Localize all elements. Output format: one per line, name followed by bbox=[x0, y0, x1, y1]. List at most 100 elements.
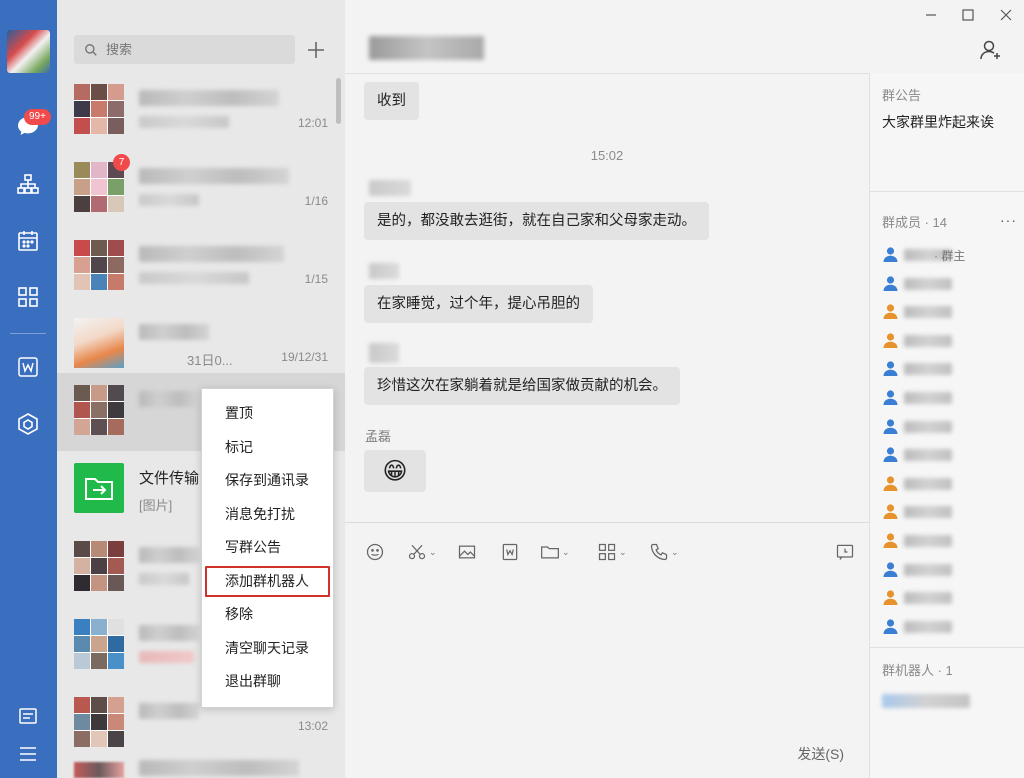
conversation-time: 13:02 bbox=[297, 719, 328, 733]
image-icon[interactable] bbox=[457, 541, 477, 563]
group-avatar bbox=[74, 385, 124, 435]
menu-item-add-group-robot[interactable]: 添加群机器人 bbox=[204, 565, 331, 599]
menu-item-pin[interactable]: 置顶 bbox=[202, 397, 333, 431]
conversation-name-redacted bbox=[139, 324, 209, 340]
conversation-item[interactable] bbox=[57, 758, 345, 778]
conversation-item[interactable]: 1/15 bbox=[57, 228, 345, 306]
chat-history-icon[interactable] bbox=[835, 541, 855, 563]
member-name-redacted bbox=[904, 363, 952, 376]
search-box[interactable] bbox=[74, 35, 295, 64]
menu-item-leave-group[interactable]: 退出群聊 bbox=[202, 665, 333, 699]
conversation-time: 1/16 bbox=[304, 194, 328, 208]
member-item[interactable] bbox=[882, 389, 1022, 407]
group-avatar bbox=[74, 240, 124, 290]
person-icon bbox=[883, 304, 898, 320]
conversation-name-redacted bbox=[139, 547, 199, 563]
left-nav: 99+ bbox=[0, 0, 57, 778]
sender-name-redacted bbox=[369, 343, 399, 363]
member-item[interactable] bbox=[882, 561, 1022, 579]
conversation-item[interactable]: 7 1/16 bbox=[57, 150, 345, 228]
conversation-time: 12:01 bbox=[297, 116, 328, 130]
conversation-name-redacted bbox=[139, 168, 289, 184]
conversation-name-redacted bbox=[139, 625, 199, 641]
doc-w-icon[interactable] bbox=[14, 353, 42, 381]
add-member-icon[interactable] bbox=[979, 38, 1003, 62]
emoji-message[interactable]: 😁 bbox=[364, 450, 426, 492]
member-item[interactable] bbox=[882, 618, 1022, 636]
member-name-redacted bbox=[904, 620, 952, 633]
conversation-preview-redacted bbox=[139, 651, 194, 663]
minimize-icon[interactable] bbox=[920, 5, 942, 25]
search-input[interactable] bbox=[106, 42, 276, 57]
folder-icon[interactable]: ⌄ bbox=[540, 541, 570, 563]
member-name-redacted bbox=[904, 592, 952, 605]
member-item[interactable] bbox=[882, 475, 1022, 493]
conversation-name: 文件传输 bbox=[139, 470, 200, 487]
robot-item-redacted[interactable] bbox=[882, 694, 970, 708]
sender-name-redacted bbox=[369, 180, 411, 196]
member-item[interactable]: · 群主 bbox=[882, 246, 1022, 264]
send-button[interactable]: 发送(S) bbox=[797, 744, 844, 764]
group-avatar bbox=[74, 84, 124, 134]
unread-badge: 99+ bbox=[24, 109, 51, 125]
menu-item-mark[interactable]: 标记 bbox=[202, 431, 333, 465]
member-item[interactable] bbox=[882, 418, 1022, 436]
member-item[interactable] bbox=[882, 332, 1022, 350]
member-item[interactable] bbox=[882, 360, 1022, 378]
message-bubble[interactable]: 是的，都没敢去逛街，就在自己家和父母家走动。 bbox=[364, 202, 709, 240]
conversation-time: 1/15 bbox=[304, 272, 328, 286]
user-avatar[interactable] bbox=[7, 30, 50, 73]
calendar-icon[interactable] bbox=[14, 227, 42, 255]
phone-icon[interactable]: ⌄ bbox=[649, 541, 679, 563]
member-item[interactable] bbox=[882, 275, 1022, 293]
menu-item-clear-history[interactable]: 清空聊天记录 bbox=[202, 632, 333, 666]
conversation-avatar bbox=[74, 318, 124, 368]
chat-title-redacted bbox=[369, 36, 484, 60]
conversation-preview-redacted bbox=[139, 573, 189, 585]
folder-icon bbox=[74, 463, 124, 513]
member-item[interactable] bbox=[882, 589, 1022, 607]
message-bubble[interactable]: 珍惜这次在家躺着就是给国家做贡献的机会。 bbox=[364, 367, 680, 405]
member-item[interactable] bbox=[882, 446, 1022, 464]
apps-grid-icon[interactable]: ⌄ bbox=[597, 541, 627, 563]
conversation-preview-redacted bbox=[139, 116, 229, 128]
org-chart-icon[interactable] bbox=[14, 170, 42, 198]
screenshot-scissors-icon[interactable]: ⌄ bbox=[407, 541, 437, 563]
notes-icon[interactable] bbox=[14, 702, 42, 730]
message-bubble[interactable]: 在家睡觉，过个年，提心吊胆的 bbox=[364, 285, 593, 323]
conversation-preview: [图片] bbox=[139, 498, 173, 513]
menu-item-mute[interactable]: 消息免打扰 bbox=[202, 498, 333, 532]
add-icon[interactable] bbox=[302, 35, 330, 64]
hexagon-icon[interactable] bbox=[14, 410, 42, 438]
member-item[interactable] bbox=[882, 532, 1022, 550]
menu-item-write-notice[interactable]: 写群公告 bbox=[202, 531, 333, 565]
more-members-icon[interactable]: ··· bbox=[1000, 212, 1017, 228]
group-avatar bbox=[74, 762, 124, 778]
conversation-preview-redacted bbox=[139, 272, 249, 284]
message-bubble[interactable]: 收到 bbox=[364, 82, 419, 120]
conversation-name-redacted bbox=[139, 90, 279, 106]
notice-title: 群公告 bbox=[882, 88, 922, 103]
group-info-panel: 群公告 大家群里炸起来诶 群成员 · 14 ··· · 群主 群机器人 · 1 bbox=[869, 73, 1024, 778]
maximize-icon[interactable] bbox=[957, 5, 979, 25]
member-name-redacted bbox=[904, 535, 952, 547]
conversation-item[interactable]: 12:01 bbox=[57, 72, 345, 150]
member-item[interactable] bbox=[882, 303, 1022, 321]
close-icon[interactable] bbox=[995, 5, 1017, 25]
person-icon bbox=[883, 619, 898, 634]
menu-item-save-contacts[interactable]: 保存到通讯录 bbox=[202, 464, 333, 498]
notice-text: 大家群里炸起来诶 bbox=[882, 114, 994, 130]
doc-w-icon[interactable] bbox=[500, 541, 520, 563]
member-name-redacted bbox=[904, 306, 952, 319]
menu-icon[interactable] bbox=[14, 740, 42, 768]
group-avatar bbox=[74, 697, 124, 747]
unread-count-badge: 7 bbox=[113, 154, 130, 171]
member-name-redacted bbox=[904, 449, 952, 462]
conversation-preview-redacted bbox=[139, 194, 199, 206]
member-item[interactable] bbox=[882, 503, 1022, 521]
grin-emoji-icon: 😁 bbox=[382, 457, 408, 485]
emoji-icon[interactable] bbox=[365, 541, 385, 563]
conversation-name-redacted bbox=[139, 703, 199, 719]
menu-item-remove[interactable]: 移除 bbox=[202, 598, 333, 632]
apps-grid-icon[interactable] bbox=[14, 283, 42, 311]
